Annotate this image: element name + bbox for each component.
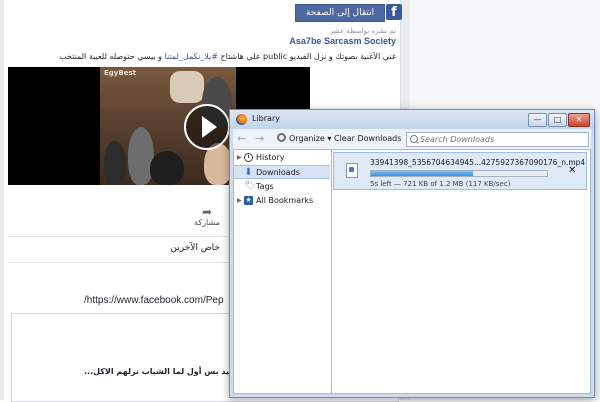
facebook-url-link[interactable]: /https://www.facebook.com/Pep (84, 295, 224, 306)
download-progress-bar (370, 170, 548, 177)
download-arrow-icon: ⬇ (244, 167, 253, 178)
facebook-logo-icon[interactable]: f (386, 4, 402, 20)
expand-triangle-icon[interactable]: ▶ (237, 194, 242, 207)
video-figure (170, 71, 204, 103)
post-text-start: غني الأغنية بصوتك و نزل الفيديو public ع… (217, 52, 396, 61)
clock-icon (244, 153, 253, 162)
minimize-button[interactable]: — (528, 113, 547, 127)
library-toolbar: ← → Organize ▾ Clear Downloads (233, 129, 591, 149)
back-arrow-icon[interactable]: ← (237, 133, 246, 145)
bookmark-star-icon: ★ (244, 196, 253, 205)
firefox-icon (236, 114, 247, 125)
cancel-download-icon[interactable]: ✕ (568, 166, 576, 176)
download-item[interactable]: 33941398_5356704634945...427592736709017… (333, 152, 587, 190)
download-progress-fill (371, 171, 474, 176)
gear-icon (277, 133, 286, 142)
tree-item-history[interactable]: ▶ History (234, 151, 330, 164)
library-window: Library — □ ✕ ← → Organize ▾ Clear Downl… (229, 109, 595, 398)
page-name-link[interactable]: Asa7be Sarcasm Society (289, 36, 396, 46)
video-watermark: EgyBest (104, 69, 136, 77)
search-downloads-input[interactable] (420, 133, 584, 146)
window-title: Library (252, 114, 280, 123)
tree-item-label: Tags (256, 182, 274, 191)
tree-item-all-bookmarks[interactable]: ▶ ★ All Bookmarks (234, 194, 330, 207)
clear-downloads-button[interactable]: Clear Downloads (334, 132, 401, 146)
video-file-icon (346, 163, 358, 178)
post-hashtag-link[interactable]: #يلا_نكمل_لمتنا (165, 52, 218, 61)
tree-item-downloads[interactable]: ⬇ Downloads (234, 165, 330, 179)
close-window-button[interactable]: ✕ (568, 113, 590, 127)
go-to-home-button[interactable]: انتقال إلى الصفحة الرئيسية (295, 4, 385, 34)
post-meta: تم نشره بواسطة عشر (329, 27, 396, 35)
library-sidebar-tree: ▶ History ⬇ Downloads 🏷 Tags ▶ ★ All Boo… (234, 150, 332, 393)
share-button[interactable]: ➦ مشاركة (192, 206, 222, 227)
share-label: مشاركة (194, 218, 220, 227)
tree-item-label: Downloads (256, 168, 300, 177)
library-body: ▶ History ⬇ Downloads 🏷 Tags ▶ ★ All Boo… (233, 149, 591, 394)
post-text: غني الأغنية بصوتك و نزل الفيديو public ع… (4, 52, 396, 61)
library-title-bar[interactable]: Library — □ ✕ (230, 110, 594, 129)
post-text-end: و بيسي حتوصله للعيبة المنتخب (59, 52, 165, 61)
search-icon (410, 135, 418, 143)
tree-item-label: History (256, 153, 285, 162)
share-arrow-icon: ➦ (201, 205, 213, 219)
others-heading: خاص الآخرين (170, 243, 220, 253)
forward-arrow-icon[interactable]: → (255, 133, 264, 145)
video-figure (150, 151, 184, 185)
tree-item-tags[interactable]: 🏷 Tags (234, 180, 330, 193)
organize-label: Organize (289, 134, 325, 143)
expand-triangle-icon[interactable]: ▶ (237, 151, 242, 164)
download-filename: 33941398_5356704634945...427592736709017… (370, 158, 586, 167)
facebook-top-bar: انتقال إلى الصفحة الرئيسية f (4, 0, 402, 34)
tree-item-label: All Bookmarks (256, 196, 314, 205)
organize-menu-button[interactable]: Organize ▾ (277, 132, 331, 146)
tag-icon: 🏷 (244, 181, 256, 191)
video-figure (104, 141, 126, 185)
downloads-list: 33941398_5356704634945...427592736709017… (332, 150, 590, 393)
download-status: 5s left — 721 KB of 1.2 MB (117 KB/sec) (370, 180, 511, 188)
search-downloads-box[interactable] (406, 132, 589, 147)
play-icon[interactable] (184, 104, 230, 150)
maximize-button[interactable]: □ (548, 113, 567, 127)
